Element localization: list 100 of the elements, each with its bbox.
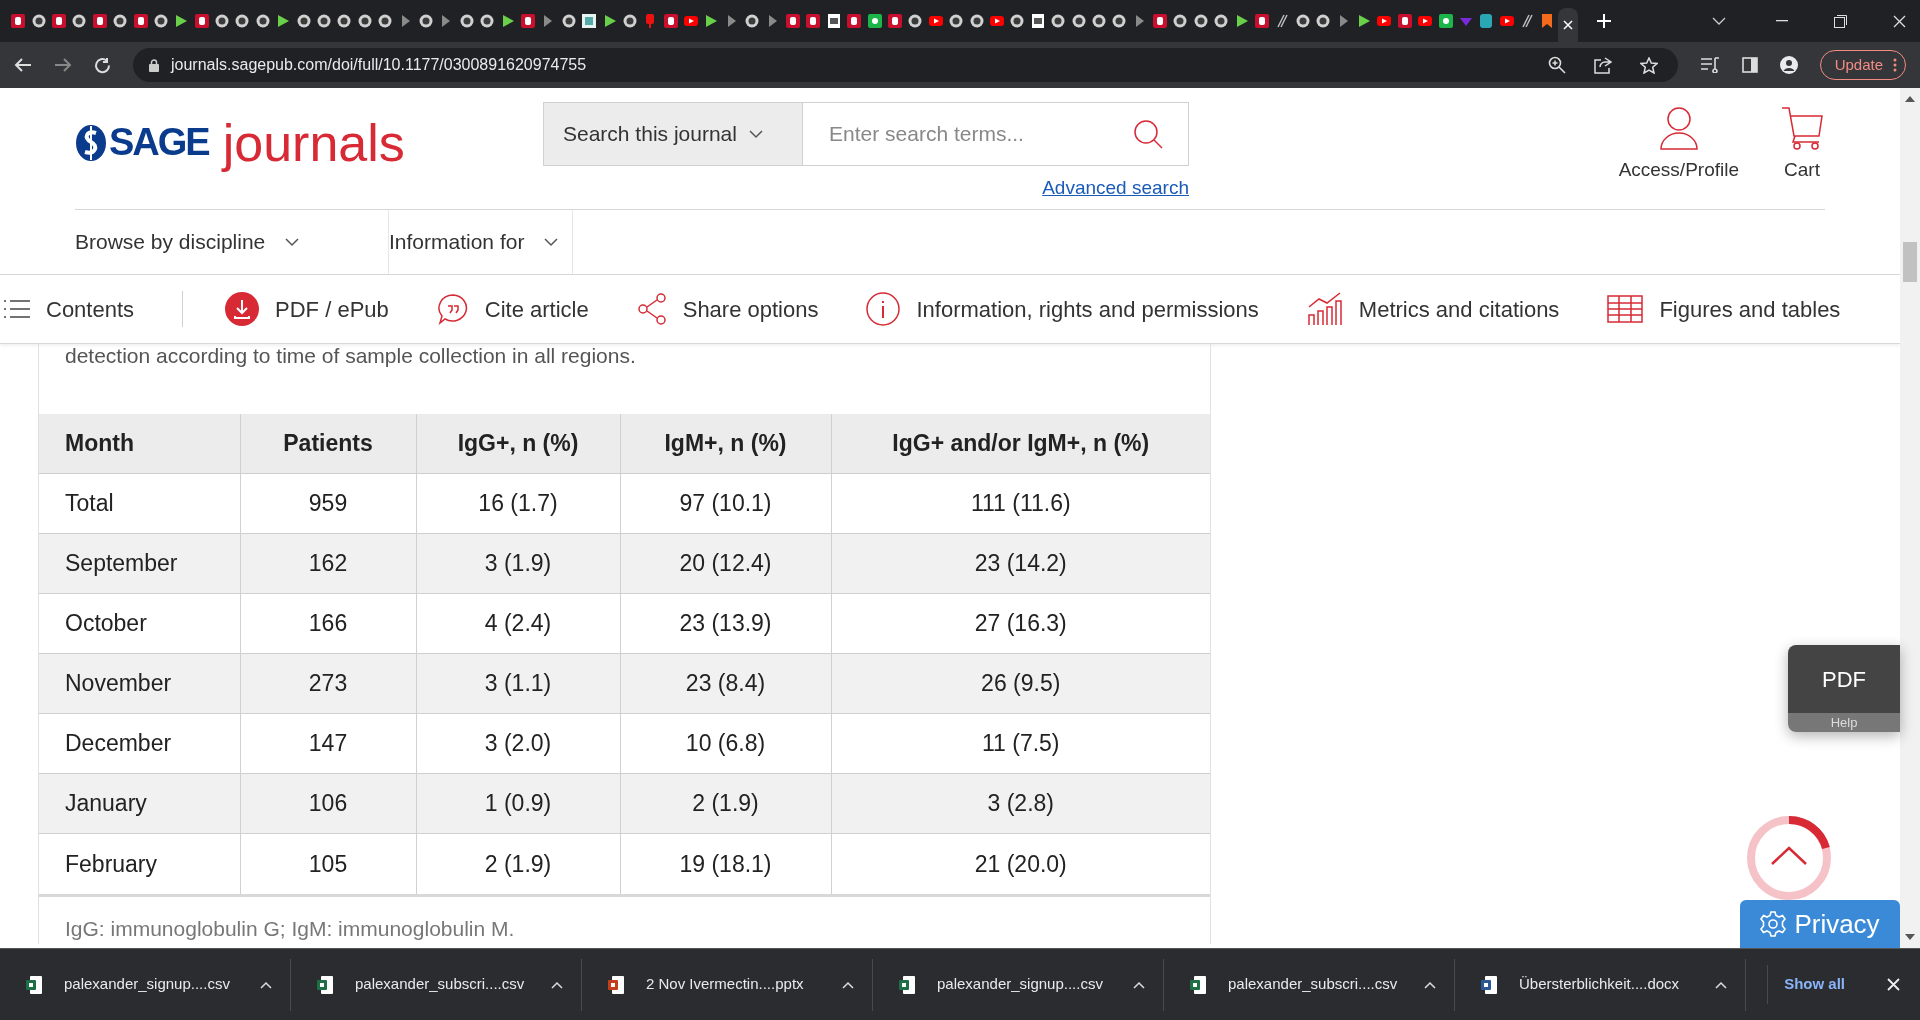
toolbar-button[interactable]: Information, rights and permissions (866, 292, 1259, 326)
tab-favicon-icon (928, 16, 943, 26)
scrollbar-thumb[interactable] (1903, 242, 1917, 282)
toolbar-button[interactable]: PDF / ePub (225, 292, 389, 326)
table-cell: 27 (16.3) (831, 593, 1210, 654)
side-panel-icon[interactable] (1741, 57, 1758, 73)
tab-favicon-icon (786, 14, 801, 28)
tab-favicon-icon (602, 14, 617, 28)
tab-favicon-icon (520, 14, 535, 28)
tab-favicon-icon (1397, 14, 1412, 28)
person-icon (1658, 106, 1699, 150)
table-cell: 147 (240, 713, 416, 774)
table-cell: 2 (1.9) (416, 833, 620, 894)
tab-favicon-icon (1356, 14, 1371, 28)
download-item[interactable]: palexander_signup....csv (26, 973, 260, 996)
media-queue-icon[interactable] (1699, 57, 1720, 73)
help-label: Help (1788, 713, 1900, 732)
star-icon[interactable] (1639, 56, 1658, 74)
caret-up-icon (1715, 980, 1727, 989)
pdf-help-widget[interactable]: PDF Help (1788, 645, 1900, 732)
cart-icon (1781, 106, 1823, 150)
share-icon (636, 293, 667, 325)
tab-favicon-icon (113, 14, 128, 28)
tab-favicon-icon (31, 14, 46, 28)
close-icon[interactable] (1887, 978, 1900, 991)
tab-favicon-icon (888, 14, 902, 28)
table-cell: 97 (10.1) (620, 473, 831, 534)
browser-tab[interactable] (1557, 8, 1579, 42)
caret-up-icon (1133, 980, 1145, 989)
download-item[interactable]: palexander_signup....csv (899, 973, 1133, 996)
table-cell: 10 (6.8) (620, 713, 831, 774)
tab-favicon-icon (949, 14, 964, 28)
chevron-down-icon (544, 237, 559, 247)
toolbar-button[interactable]: Metrics and citations (1306, 291, 1560, 327)
pdf-label: PDF (1788, 645, 1900, 713)
sage-logo-icon (75, 123, 107, 162)
info-icon (866, 292, 901, 326)
show-all-button[interactable]: Show all (1767, 965, 1861, 1004)
download-item[interactable]: 2 Nov Ivermectin....pptx (608, 973, 842, 996)
nav-dropdown[interactable]: Browse by discipline (75, 210, 389, 274)
search-field[interactable]: Enter search terms... (803, 102, 1189, 166)
chevron-down-icon (285, 237, 300, 247)
restore-icon[interactable] (1834, 14, 1847, 28)
plus-icon[interactable] (1596, 13, 1612, 29)
share-icon[interactable] (1593, 56, 1612, 74)
tab-favicon-icon (480, 14, 495, 28)
search-scope-dropdown[interactable]: Search this journal (543, 102, 803, 166)
download-item[interactable]: palexander_subscri....csv (317, 973, 551, 996)
table-cell: 106 (240, 773, 416, 834)
column-header: IgG+, n (%) (416, 413, 620, 474)
scroll-up-icon[interactable] (1905, 96, 1915, 102)
table-cell: 3 (2.0) (416, 713, 620, 774)
toolbar-button[interactable]: Share options (636, 292, 819, 326)
chevron-down-icon (748, 129, 763, 139)
toolbar-button[interactable]: Figures and tables (1607, 292, 1841, 326)
scroll-down-icon[interactable] (1905, 934, 1915, 940)
file-icon (608, 975, 624, 994)
search-icon[interactable] (1133, 119, 1163, 149)
cart-link[interactable]: Cart (1781, 106, 1823, 185)
table-cell: 2 (1.9) (620, 773, 831, 834)
file-icon (1190, 975, 1206, 994)
scroll-to-top-icon[interactable] (1746, 815, 1832, 901)
caret-up-icon (551, 980, 563, 989)
tab-favicon-icon (419, 14, 433, 28)
address-bar[interactable]: journals.sagepub.com/doi/full/10.1177/0300891620974755 (133, 48, 1678, 82)
tab-favicon-icon (174, 14, 189, 28)
tab-favicon-icon (153, 14, 168, 28)
download-item[interactable]: palexander_subscri....csv (1190, 973, 1424, 996)
table-cell: 23 (13.9) (620, 593, 831, 654)
close-icon[interactable] (1893, 14, 1906, 28)
zoom-icon[interactable] (1547, 56, 1566, 74)
tab-favicon-icon (806, 14, 821, 28)
tab-favicon-icon (1276, 14, 1289, 28)
toolbar-button[interactable]: Contents (4, 292, 135, 326)
privacy-button[interactable]: Privacy (1740, 900, 1900, 948)
tab-favicon-icon (1438, 14, 1453, 28)
back-arrow-icon[interactable] (14, 57, 32, 73)
access-profile-link[interactable]: Access/Profile (1618, 106, 1739, 185)
profile-icon[interactable] (1779, 56, 1798, 74)
gear-icon (1760, 911, 1787, 937)
column-header: Patients (240, 413, 416, 474)
reload-icon[interactable] (94, 56, 111, 74)
table-cell: 19 (18.1) (620, 833, 831, 894)
tab-favicon-icon (378, 14, 393, 28)
table-cell: November (39, 653, 240, 714)
chevron-down-icon[interactable] (1712, 17, 1726, 25)
tab-favicon-icon (847, 14, 862, 28)
minimize-icon[interactable] (1776, 20, 1788, 22)
tab-favicon-icon (745, 14, 760, 28)
table-footnote: IgG: immunoglobulin G; IgM: immunoglobulin M. (64, 915, 516, 942)
forward-arrow-icon[interactable] (54, 57, 72, 73)
download-item[interactable]: Übersterblichkeit....docx (1481, 973, 1715, 996)
tab-favicon-icon (989, 16, 1004, 26)
nav-dropdown[interactable]: Information for (389, 210, 574, 274)
toolbar-button[interactable]: Cite article (436, 292, 589, 326)
table-cell: 166 (240, 593, 416, 654)
tab-favicon-icon (276, 14, 291, 28)
menu-icon (4, 299, 30, 319)
table-cell: 162 (240, 533, 416, 594)
advanced-search-link[interactable]: Advanced search (1042, 174, 1189, 203)
